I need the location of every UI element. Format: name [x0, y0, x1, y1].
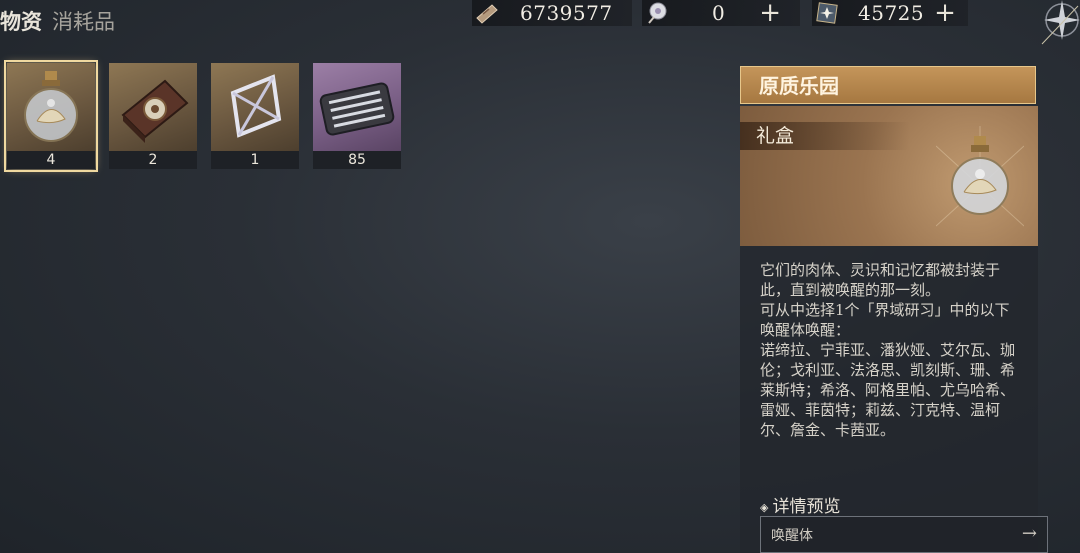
tab-materials[interactable]: 物资: [0, 6, 42, 36]
ticket-currency-icon: [472, 0, 502, 26]
star-currency-icon: [812, 0, 842, 26]
details-preview-text: 详情预览: [772, 497, 841, 517]
description-line: 可从中选择1个「界域研习」中的以下唤醒体唤醒：: [760, 301, 1010, 339]
book-icon: [109, 63, 197, 151]
inventory-item-book[interactable]: 2: [109, 63, 197, 169]
item-detail-panel: 原质乐园 礼盒 它们的肉体、灵识和记忆都被封装于此，直到被唤醒的那一刻。 可从中…: [740, 66, 1048, 553]
crystal-frame-icon: [211, 63, 299, 151]
arrow-right-icon: →: [1021, 523, 1037, 544]
add-crystal-button[interactable]: +: [759, 0, 781, 26]
preview-awakener-button[interactable]: 唤醒体 →: [760, 516, 1048, 553]
description-line: 诺缔拉、宁菲亚、潘狄娅、艾尔瓦、珈伦；戈利亚、法洛思、凯刻斯、珊、希莱斯特；希洛…: [760, 341, 1016, 439]
description-line: 它们的肉体、灵识和记忆都被封装于此，直到被唤醒的那一刻。: [760, 261, 1001, 299]
inventory-item-crystal-frame[interactable]: 1: [211, 63, 299, 169]
category-tabs: 物资 消耗品: [0, 6, 115, 36]
item-description-section: 它们的肉体、灵识和记忆都被封装于此，直到被唤醒的那一刻。 可从中选择1个「界域研…: [740, 246, 1048, 553]
item-type: 礼盒: [740, 122, 910, 150]
preview-item-label: 唤醒体: [771, 528, 813, 544]
flask-icon: [935, 126, 1025, 236]
currency-crystal: 0 +: [642, 0, 800, 26]
inventory-item-flask[interactable]: 4: [4, 60, 98, 172]
item-count: 2: [109, 151, 197, 169]
currency-ticket: 6739577: [472, 0, 632, 26]
compass-icon[interactable]: [1032, 0, 1080, 46]
item-description: 它们的肉体、灵识和记忆都被封装于此，直到被唤醒的那一刻。 可从中选择1个「界域研…: [760, 260, 1022, 440]
currency-ticket-value: 6739577: [520, 1, 613, 25]
tab-consumables[interactable]: 消耗品: [52, 6, 115, 36]
toolkit-icon: [313, 63, 401, 151]
inventory-item-toolkit[interactable]: 85: [313, 63, 401, 169]
item-title: 原质乐园: [740, 66, 1036, 104]
add-star-button[interactable]: +: [934, 0, 956, 26]
currency-crystal-value: 0: [712, 1, 726, 25]
item-count: 4: [7, 151, 95, 169]
item-count: 1: [211, 151, 299, 169]
currency-star: 45725 +: [812, 0, 968, 26]
item-header: 礼盒: [740, 106, 1038, 246]
crystal-currency-icon: [642, 0, 672, 26]
item-count: 85: [313, 151, 401, 169]
details-preview-label: ◈ 详情预览: [760, 492, 840, 517]
flask-icon: [7, 63, 95, 151]
currency-star-value: 45725: [858, 1, 925, 25]
diamond-icon: ◈: [760, 501, 769, 514]
